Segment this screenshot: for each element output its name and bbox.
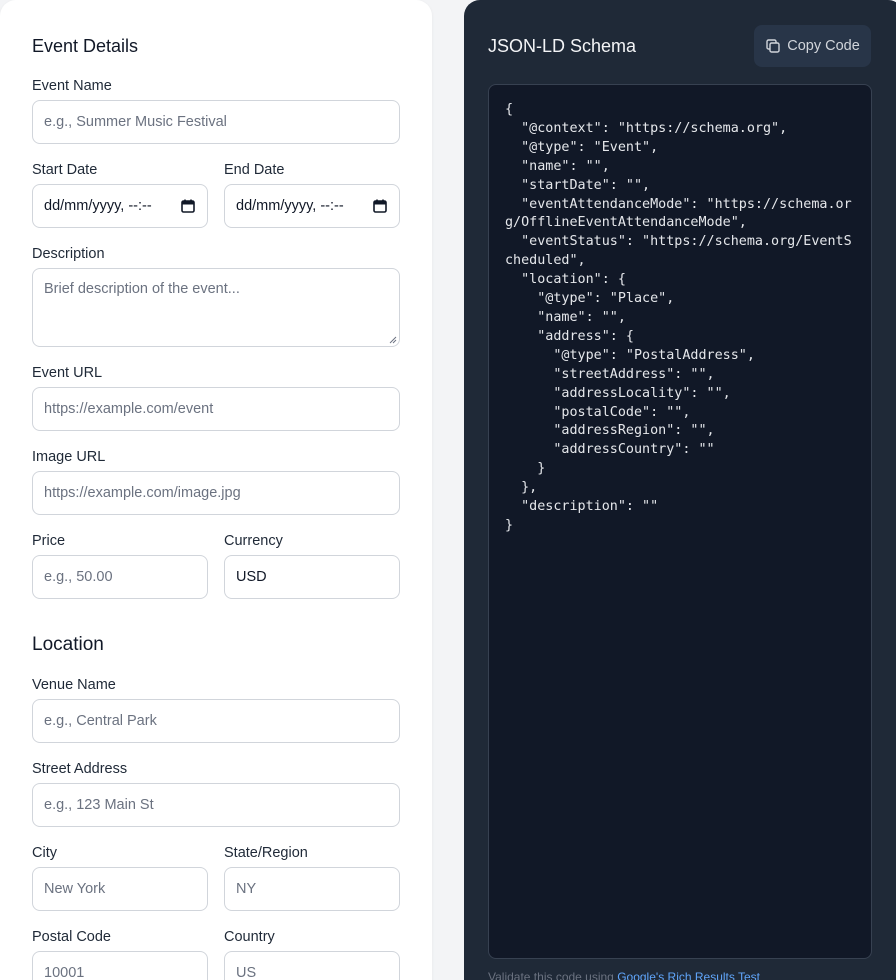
event-url-input[interactable]: https://example.com/event [32, 387, 400, 431]
calendar-icon[interactable] [373, 199, 387, 213]
city-input[interactable]: New York [32, 867, 208, 911]
street-address-label: Street Address [32, 761, 128, 777]
resize-grip-icon[interactable] [389, 336, 397, 344]
state-region-input[interactable]: NY [224, 867, 400, 911]
description-placeholder: Brief description of the event... [44, 281, 240, 297]
country-input[interactable]: US [224, 951, 400, 980]
json-ld-code-block[interactable]: { "@context": "https://schema.org", "@ty… [488, 84, 872, 959]
event-details-title: Event Details [32, 36, 139, 56]
state-region-label: State/Region [224, 845, 308, 861]
end-date-input[interactable]: dd/mm/yyyy, --:-- [224, 184, 400, 228]
end-date-value: dd/mm/yyyy, --:-- [236, 198, 344, 214]
venue-name-label: Venue Name [32, 677, 116, 693]
end-date-label: End Date [224, 162, 285, 178]
schema-panel-title: JSON-LD Schema [488, 36, 637, 56]
price-label: Price [32, 533, 66, 549]
page: Event Details Event Name e.g., Summer Mu… [0, 0, 896, 980]
currency-label: Currency [224, 533, 283, 549]
copy-code-button[interactable]: Copy Code [754, 25, 871, 67]
venue-name-input[interactable]: e.g., Central Park [32, 699, 400, 743]
country-label: Country [224, 929, 275, 945]
price-input[interactable]: e.g., 50.00 [32, 555, 208, 599]
start-date-value: dd/mm/yyyy, --:-- [44, 198, 152, 214]
event-name-label: Event Name [32, 78, 112, 94]
calendar-icon[interactable] [181, 199, 195, 213]
postal-code-input[interactable]: 10001 [32, 951, 208, 980]
postal-code-label: Postal Code [32, 929, 111, 945]
description-label: Description [32, 246, 105, 262]
schema-output-panel: JSON-LD Schema Copy Code { "@context": "… [464, 0, 896, 980]
copy-code-label: Copy Code [787, 38, 860, 54]
city-label: City [32, 845, 57, 861]
validate-prefix: Validate this code using [488, 970, 618, 980]
copy-icon [766, 39, 780, 53]
event-form-panel: Event Details Event Name e.g., Summer Mu… [0, 0, 432, 980]
start-date-input[interactable]: dd/mm/yyyy, --:-- [32, 184, 208, 228]
street-address-input[interactable]: e.g., 123 Main St [32, 783, 400, 827]
image-url-label: Image URL [32, 449, 106, 465]
validate-note: Validate this code using Google's Rich R… [488, 970, 760, 980]
currency-input[interactable]: USD [224, 555, 400, 599]
description-textarea[interactable]: Brief description of the event... [32, 268, 400, 347]
json-ld-code: { "@context": "https://schema.org", "@ty… [505, 102, 852, 533]
rich-results-test-link[interactable]: Google's Rich Results Test [617, 970, 760, 980]
start-date-label: Start Date [32, 162, 98, 178]
event-url-label: Event URL [32, 365, 103, 381]
location-title: Location [32, 634, 104, 655]
image-url-input[interactable]: https://example.com/image.jpg [32, 471, 400, 515]
event-name-input[interactable]: e.g., Summer Music Festival [32, 100, 400, 144]
